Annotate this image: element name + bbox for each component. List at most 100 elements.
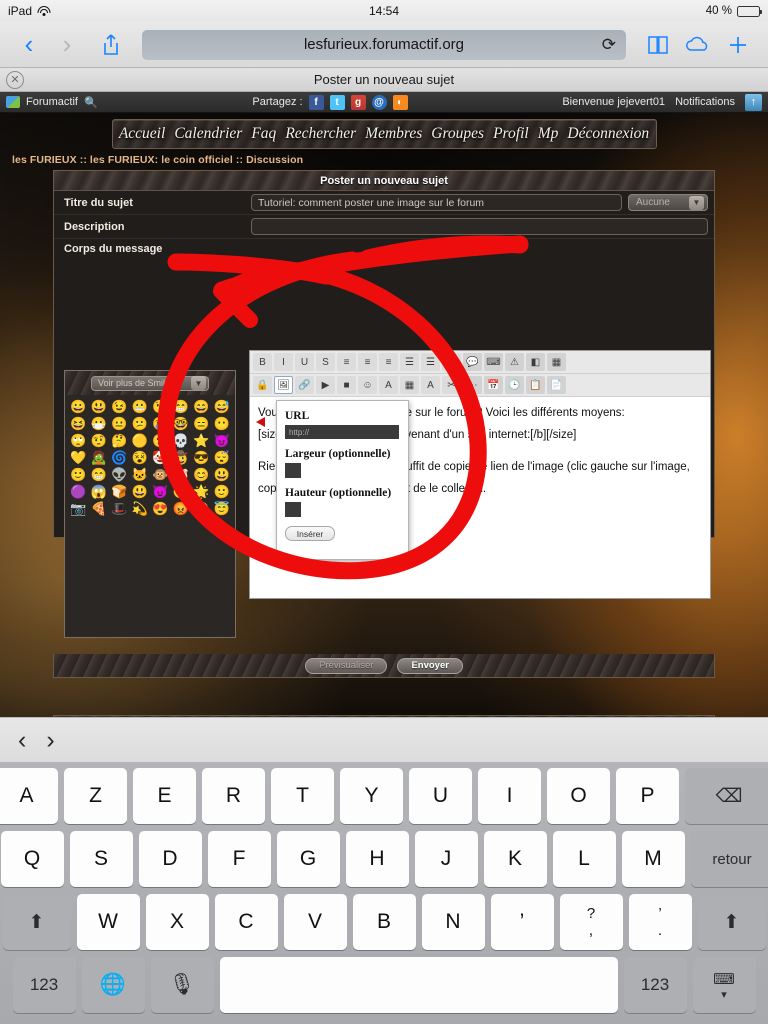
more-options-icon[interactable]: ⋯ — [463, 376, 482, 394]
smiley-item[interactable]: 😷 — [90, 417, 109, 430]
smiley-item[interactable]: 🎩 — [110, 502, 129, 515]
key-v[interactable]: V — [283, 894, 347, 950]
smiley-item[interactable]: 😁 — [90, 468, 109, 481]
key-apostrophe-period[interactable]: ’. — [628, 894, 692, 950]
key-q[interactable]: Q — [0, 831, 64, 887]
italic-icon[interactable]: I — [274, 353, 293, 371]
key-numbers-right[interactable]: 123 — [623, 957, 687, 1013]
smiley-item[interactable]: 😐 — [110, 417, 129, 430]
smiley-item[interactable]: 😇 — [213, 502, 232, 515]
bold-icon[interactable]: B — [253, 353, 272, 371]
code-icon[interactable]: ⌨ — [484, 353, 503, 371]
reload-icon[interactable]: ⟳ — [602, 35, 616, 55]
key-r[interactable]: R — [202, 768, 265, 824]
table-icon[interactable]: ▦ — [547, 353, 566, 371]
facebook-icon[interactable]: f — [308, 94, 324, 110]
key-p[interactable]: P — [616, 768, 679, 824]
key-j[interactable]: J — [414, 831, 478, 887]
more-smileys-select[interactable]: Voir plus de Smileys ▼ — [91, 375, 209, 391]
smiley-item[interactable]: 😬 — [131, 400, 150, 413]
key-return[interactable]: retour — [690, 831, 768, 887]
key-g[interactable]: G — [276, 831, 340, 887]
smiley-item[interactable]: 🧟 — [90, 451, 109, 464]
spoiler-icon[interactable]: ⚠ — [505, 353, 524, 371]
quote-icon[interactable]: 💬 — [463, 353, 482, 371]
nav-item-calendrier[interactable]: Calendrier — [174, 125, 242, 143]
smiley-item[interactable]: 😆 — [69, 417, 88, 430]
subject-input[interactable]: Tutoriel: comment poster une image sur l… — [251, 194, 622, 211]
smiley-item[interactable]: 🌟 — [192, 485, 211, 498]
smiley-item[interactable]: 😈 — [213, 434, 232, 447]
smiley-item[interactable]: 🤪 — [192, 502, 211, 515]
smiley-item[interactable]: 😡 — [172, 502, 191, 515]
google-plus-icon[interactable]: g — [350, 94, 366, 110]
smiley-item[interactable]: 😁 — [172, 400, 191, 413]
key-i[interactable]: I — [478, 768, 541, 824]
list-number-icon[interactable]: ☰ — [421, 353, 440, 371]
key-u[interactable]: U — [409, 768, 472, 824]
tab-title[interactable]: Poster un nouveau sujet — [0, 72, 768, 87]
globe-icon[interactable]: 🌐 — [81, 957, 145, 1013]
smiley-item[interactable]: 🤓 — [172, 417, 191, 430]
nav-item-profil[interactable]: Profil — [493, 125, 529, 143]
key-d[interactable]: D — [138, 831, 202, 887]
key-m[interactable]: M — [621, 831, 685, 887]
smiley-item[interactable]: 😈 — [151, 485, 170, 498]
smiley-item[interactable]: 🍞 — [110, 485, 129, 498]
smiley-item[interactable]: 😃 — [90, 400, 109, 413]
smiley-item[interactable]: 😍 — [151, 502, 170, 515]
align-left-icon[interactable]: ≡ — [337, 353, 356, 371]
width-input[interactable] — [285, 463, 301, 478]
smiley-item[interactable]: 😶 — [213, 417, 232, 430]
key-question-comma[interactable]: ?, — [559, 894, 623, 950]
smiley-item[interactable]: 🐵 — [151, 468, 170, 481]
nav-item-membres[interactable]: Membres — [365, 125, 422, 143]
breadcrumb[interactable]: les FURIEUX :: les FURIEUX: le coin offi… — [12, 154, 760, 166]
smiley-item[interactable]: 🐱 — [131, 468, 150, 481]
lock-icon[interactable]: 🔒 — [253, 376, 272, 394]
key-o[interactable]: O — [547, 768, 610, 824]
smiley-item[interactable]: 😵 — [131, 451, 150, 464]
key-h[interactable]: H — [345, 831, 409, 887]
smiley-item[interactable]: 😢 — [151, 417, 170, 430]
nav-item-faq[interactable]: Faq — [251, 125, 276, 143]
eraser-icon[interactable]: ✂ — [442, 376, 461, 394]
clock-icon[interactable]: 🕒 — [505, 376, 524, 394]
smiley-item[interactable]: 😑 — [192, 417, 211, 430]
font-family-icon[interactable]: A — [379, 376, 398, 394]
smiley-toggle-icon[interactable]: ☺ — [358, 376, 377, 394]
smiley-item[interactable]: 🍕 — [90, 502, 109, 515]
smiley-item[interactable]: 😴 — [213, 451, 232, 464]
nav-item-mp[interactable]: Mp — [538, 125, 559, 143]
smiley-item[interactable]: 🤠 — [172, 451, 191, 464]
font-size-icon[interactable]: A — [421, 376, 440, 394]
arrow-up-icon[interactable]: ↑ — [744, 93, 762, 111]
smiley-item[interactable]: 🙂 — [213, 485, 232, 498]
smiley-item[interactable]: 😲 — [151, 400, 170, 413]
key-a[interactable]: A — [0, 768, 58, 824]
smiley-item[interactable]: 😉 — [110, 400, 129, 413]
align-right-icon[interactable]: ≡ — [379, 353, 398, 371]
key-y[interactable]: Y — [340, 768, 403, 824]
new-tab-button[interactable] — [720, 28, 756, 62]
smiley-item[interactable]: 👽 — [110, 468, 129, 481]
key-w[interactable]: W — [76, 894, 140, 950]
smiley-item[interactable]: 🤔 — [110, 434, 129, 447]
submit-button[interactable]: Envoyer — [397, 657, 463, 674]
smiley-item[interactable]: 💀 — [172, 434, 191, 447]
page-icon[interactable]: 📄 — [547, 376, 566, 394]
hide-icon[interactable]: ◧ — [526, 353, 545, 371]
nav-item-accueil[interactable]: Accueil — [119, 125, 165, 143]
smiley-item[interactable]: 😀 — [69, 400, 88, 413]
shift-right-icon[interactable]: ⬆ — [697, 894, 766, 950]
nav-item-rechercher[interactable]: Rechercher — [285, 125, 356, 143]
smiley-item[interactable]: 🌀 — [110, 451, 129, 464]
url-input[interactable]: http:// — [285, 425, 399, 439]
nav-item-deconnexion[interactable]: Déconnexion — [567, 125, 649, 143]
smiley-item[interactable]: 😄 — [192, 400, 211, 413]
twitter-icon[interactable]: t — [329, 94, 345, 110]
flash-icon[interactable]: ■ — [337, 376, 356, 394]
key-x[interactable]: X — [145, 894, 209, 950]
mic-icon[interactable]: 🎙 — [150, 957, 214, 1013]
height-input[interactable] — [285, 502, 301, 517]
